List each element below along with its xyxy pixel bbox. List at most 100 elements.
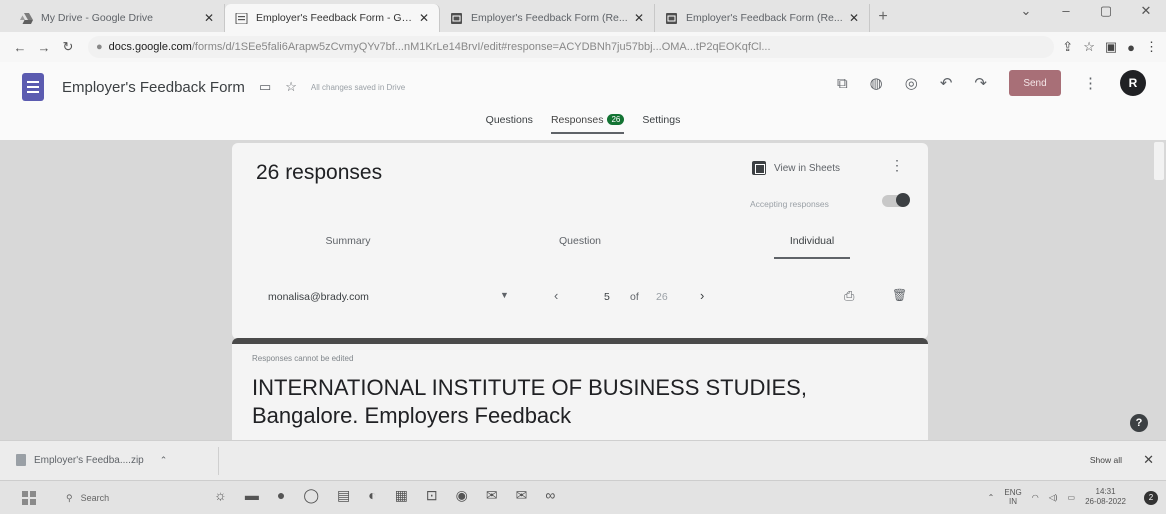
redo-icon[interactable]: ↷ — [974, 74, 987, 92]
next-response-icon[interactable]: › — [700, 288, 704, 303]
lang-top: ENG — [1004, 488, 1022, 497]
tab-feedback-responses-2[interactable]: Employer's Feedback Form (Re... ✕ — [655, 4, 870, 32]
forms-logo-icon[interactable] — [22, 73, 44, 101]
star-icon[interactable]: ☆ — [285, 79, 297, 95]
tab-responses[interactable]: Responses 26 — [550, 112, 625, 140]
star-icon[interactable]: ☆ — [1083, 39, 1095, 55]
chat-icon[interactable]: ◯ — [303, 487, 319, 504]
file-explorer-icon[interactable]: ▬ — [245, 487, 259, 504]
close-icon[interactable]: ✕ — [204, 11, 214, 25]
palette-icon[interactable]: ◍ — [870, 74, 883, 92]
window-controls: ⌄ – ▢ ✕ — [1006, 0, 1166, 24]
link-icon[interactable]: ∞ — [545, 487, 555, 504]
clock[interactable]: 14:31 26-08-2022 — [1085, 487, 1126, 507]
language-indicator[interactable]: ENG IN — [1004, 488, 1021, 506]
notification-badge[interactable]: 2 — [1144, 491, 1158, 505]
view-in-sheets-button[interactable]: View in Sheets — [752, 161, 840, 175]
chevron-up-icon[interactable]: ⌃ — [988, 493, 995, 502]
delete-icon[interactable]: 🗑 — [892, 288, 907, 302]
url-input[interactable]: ● docs.google.com /forms/d/1SEe5fali6Ara… — [88, 36, 1055, 58]
profile-icon[interactable]: ● — [1127, 40, 1135, 55]
tab-my-drive[interactable]: My Drive - Google Drive ✕ — [10, 4, 225, 32]
chrome-icon[interactable]: ◉ — [456, 487, 468, 504]
close-icon[interactable]: ✕ — [849, 11, 859, 25]
tab-individual[interactable]: Individual — [696, 235, 928, 259]
current-response-number[interactable]: 5 — [604, 291, 610, 303]
preview-eye-icon[interactable]: ◎ — [905, 74, 918, 92]
tab-label: Employer's Feedback Form (Re... — [471, 12, 628, 24]
respondent-email-select[interactable]: monalisa@brady.com — [268, 291, 369, 303]
previous-response-icon[interactable]: ‹ — [554, 288, 558, 303]
clock-time: 14:31 — [1095, 487, 1116, 496]
chevron-up-icon[interactable]: ⌃ — [160, 455, 168, 466]
show-all-button[interactable]: Show all — [1090, 455, 1122, 465]
tab-label: Employer's Feedback Form (Re... — [686, 12, 843, 24]
photos-icon[interactable]: ▦ — [395, 487, 408, 504]
undo-icon[interactable]: ↶ — [940, 74, 953, 92]
avatar[interactable]: R — [1120, 70, 1146, 96]
close-icon[interactable]: ✕ — [634, 11, 644, 25]
view-in-sheets-label: View in Sheets — [774, 162, 840, 174]
chevron-down-icon[interactable]: ⌄ — [1006, 0, 1046, 24]
more-options-icon[interactable]: ⋮ — [890, 157, 904, 174]
more-options-icon[interactable]: ⋮ — [1083, 74, 1098, 92]
windows-taskbar: ⚲ Search ☼ ▬ ● ◯ ▤ ◐ ▦ ⊡ ◉ ✉ ✉ ∞ ⌃ ENG IN… — [0, 480, 1166, 514]
tab-feedback-form[interactable]: Employer's Feedback Form - Go... ✕ — [225, 4, 440, 32]
close-icon[interactable]: ✕ — [419, 11, 429, 25]
tab-question[interactable]: Question — [464, 235, 696, 247]
sidebar-icon[interactable]: ▣ — [1105, 39, 1117, 55]
edge-icon[interactable]: ◐ — [368, 487, 376, 504]
minimize-icon[interactable]: – — [1046, 0, 1086, 24]
widgets-icon[interactable]: ☼ — [214, 487, 227, 504]
tab-questions[interactable]: Questions — [486, 112, 533, 140]
windows-start-icon[interactable] — [22, 491, 36, 505]
close-icon[interactable]: ✕ — [1143, 452, 1154, 468]
taskbar-search-label: Search — [80, 493, 110, 503]
outlook-icon[interactable]: ✉ — [516, 487, 528, 504]
store-icon[interactable]: ▤ — [337, 487, 350, 504]
help-icon[interactable]: ? — [1130, 414, 1148, 432]
back-icon[interactable]: ← — [8, 40, 32, 55]
response-navigator: monalisa@brady.com ▼ ‹ 5 of 26 › ⎙ 🗑 — [232, 287, 928, 309]
send-button[interactable]: Send — [1009, 70, 1061, 96]
volume-icon[interactable]: ◁) — [1049, 493, 1058, 502]
browser-tab-strip: My Drive - Google Drive ✕ Employer's Fee… — [0, 0, 1166, 32]
forward-icon[interactable]: → — [32, 40, 56, 55]
form-title[interactable]: Employer's Feedback Form — [62, 79, 245, 96]
accepting-responses-toggle[interactable] — [882, 193, 910, 207]
teams-icon[interactable]: ● — [277, 487, 285, 504]
dropdown-arrow-icon[interactable]: ▼ — [500, 290, 509, 300]
new-tab-button[interactable]: + — [870, 8, 896, 26]
reload-icon[interactable]: ↻ — [56, 39, 80, 55]
saved-status: All changes saved in Drive — [310, 82, 406, 92]
tab-feedback-responses-1[interactable]: Employer's Feedback Form (Re... ✕ — [440, 4, 655, 32]
mail-icon[interactable]: ✉ — [486, 487, 498, 504]
maximize-icon[interactable]: ▢ — [1086, 0, 1126, 24]
download-bar: Employer's Feedba....zip ⌃ Show all ✕ — [0, 440, 1166, 480]
close-window-icon[interactable]: ✕ — [1126, 0, 1166, 24]
settings-icon[interactable]: ⊡ — [426, 487, 438, 504]
system-tray: ⌃ ENG IN ◠ ◁) ▭ 14:31 26-08-2022 — [988, 487, 1126, 507]
addon-icon[interactable]: ⧉ — [837, 75, 848, 92]
taskbar-apps: ☼ ▬ ● ◯ ▤ ◐ ▦ ⊡ ◉ ✉ ✉ ∞ — [214, 487, 555, 504]
form-heading: INTERNATIONAL INSTITUTE OF BUSINESS STUD… — [252, 375, 807, 428]
sheets-icon — [752, 161, 766, 175]
share-icon[interactable]: ⇪ — [1062, 39, 1073, 55]
tab-label: My Drive - Google Drive — [41, 12, 154, 24]
download-filename: Employer's Feedba....zip — [34, 454, 144, 466]
tab-settings[interactable]: Settings — [642, 112, 680, 140]
download-item[interactable]: Employer's Feedba....zip ⌃ — [16, 454, 167, 466]
battery-icon[interactable]: ▭ — [1068, 493, 1076, 502]
print-icon[interactable]: ⎙ — [844, 288, 854, 304]
scrollbar-thumb[interactable] — [1154, 142, 1164, 180]
wifi-icon[interactable]: ◠ — [1032, 493, 1039, 502]
response-form-card: Responses cannot be edited INTERNATIONAL… — [232, 338, 928, 440]
divider — [218, 447, 219, 475]
lock-icon: ● — [96, 41, 103, 53]
tab-summary[interactable]: Summary — [232, 235, 464, 247]
folder-icon[interactable]: ▭ — [259, 79, 271, 95]
accepting-responses-label: Accepting responses — [750, 199, 829, 209]
lang-bottom: IN — [1009, 497, 1018, 506]
menu-kebab-icon[interactable]: ⋮ — [1145, 39, 1158, 55]
taskbar-search[interactable]: ⚲ Search — [50, 487, 200, 509]
